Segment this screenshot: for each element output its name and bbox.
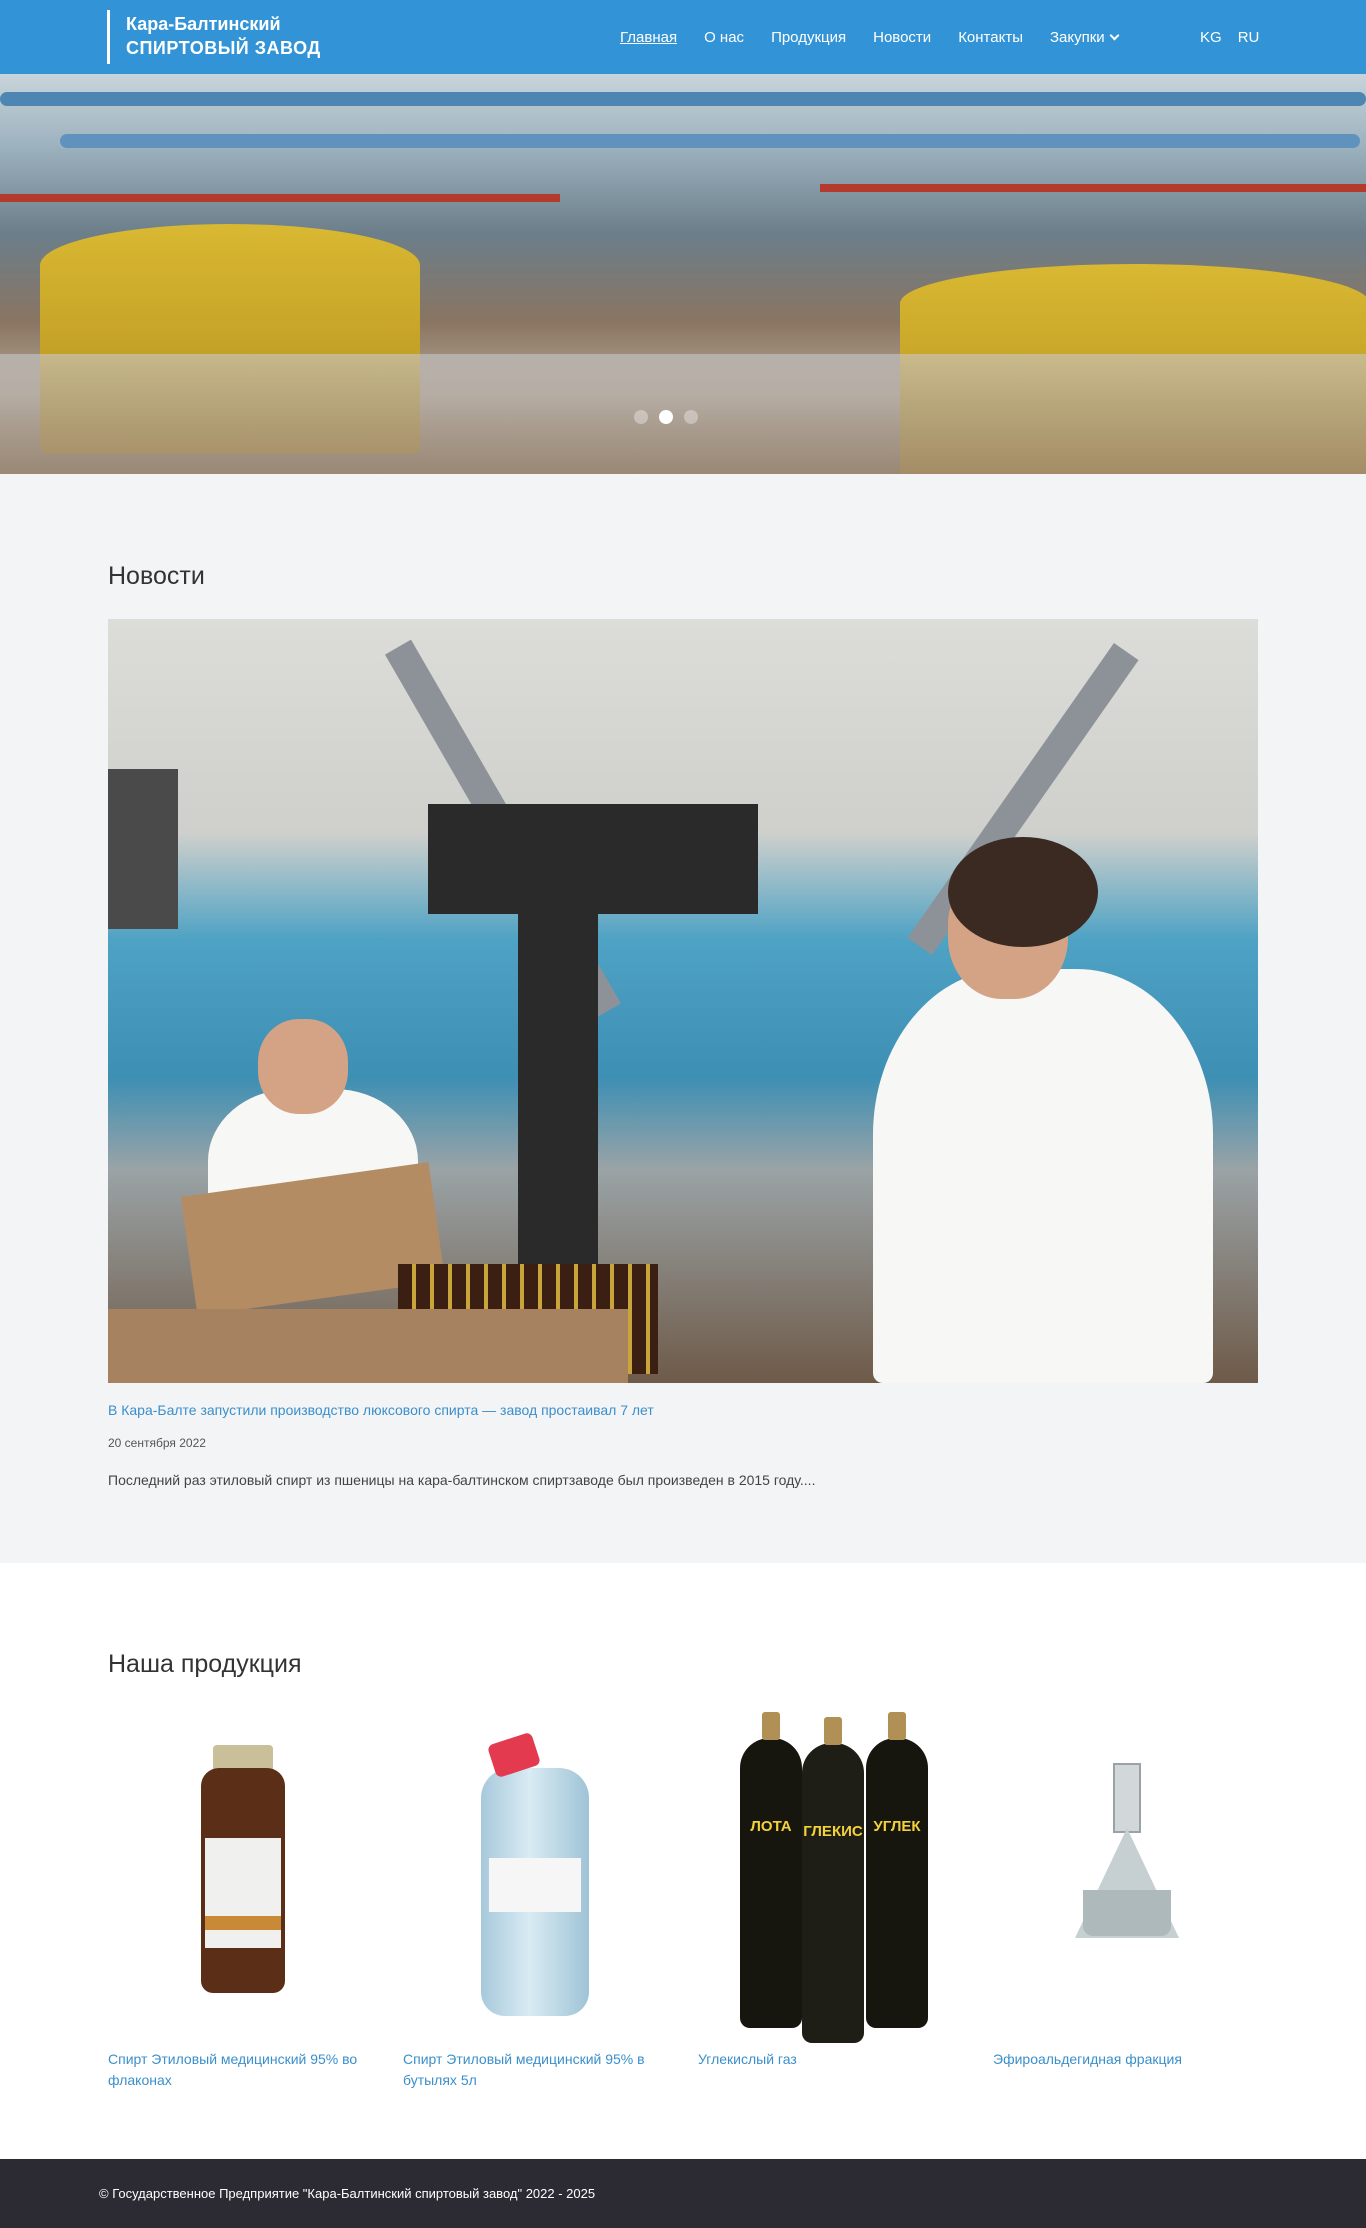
slider-dot-2[interactable] bbox=[659, 410, 673, 424]
nav-item-home[interactable]: Главная bbox=[620, 29, 677, 46]
news-section: Новости В Кара-Балте запустили производс… bbox=[0, 474, 1366, 1563]
product-name[interactable]: Углекислый газ bbox=[698, 2049, 968, 2070]
product-image-gas-cylinders[interactable]: ЛОТА УГЛЕК ГЛЕКИС bbox=[698, 1708, 968, 2043]
products-title: Наша продукция bbox=[108, 1650, 302, 1678]
hero-railing bbox=[0, 194, 560, 202]
news-excerpt: Последний раз этиловый спирт из пшеницы … bbox=[108, 1472, 816, 1488]
logo-line-2: СПИРТОВЫЙ ЗАВОД bbox=[126, 38, 321, 58]
footer-copyright: © Государственное Предприятие "Кара-Балт… bbox=[99, 2186, 596, 2201]
product-name[interactable]: Спирт Этиловый медицинский 95% в бутылях… bbox=[403, 2049, 673, 2091]
cylinder-label: УГЛЕК bbox=[873, 1818, 921, 1835]
image-worker-2-face bbox=[258, 1019, 348, 1114]
image-machine-side bbox=[108, 769, 178, 929]
flask-neck bbox=[1113, 1763, 1141, 1833]
language-switcher: KG RU bbox=[1200, 0, 1275, 74]
canister-label bbox=[489, 1858, 581, 1912]
nav-item-procurement-label: Закупки bbox=[1049, 28, 1105, 46]
image-worker-hair bbox=[948, 837, 1098, 947]
image-machine-head bbox=[428, 804, 758, 914]
news-date: 20 сентября 2022 bbox=[108, 1436, 206, 1450]
news-image[interactable] bbox=[108, 619, 1258, 1383]
product-name[interactable]: Спирт Этиловый медицинский 95% во флакон… bbox=[108, 2049, 378, 2091]
product-card: Эфироальдегидная фракция bbox=[993, 1708, 1263, 2070]
products-section: Наша продукция Спирт Этиловый медицински… bbox=[0, 1563, 1366, 2159]
product-card: Спирт Этиловый медицинский 95% в бутылях… bbox=[403, 1708, 673, 2091]
logo-line-1: Кара-Балтинский bbox=[126, 14, 281, 34]
lang-kg[interactable]: KG bbox=[1200, 29, 1222, 46]
product-card: Спирт Этиловый медицинский 95% во флакон… bbox=[108, 1708, 378, 2091]
site-logo[interactable]: Кара-Балтинский СПИРТОВЫЙ ЗАВОД bbox=[107, 10, 321, 64]
product-card: ЛОТА УГЛЕК ГЛЕКИС Углекислый газ bbox=[698, 1708, 968, 2070]
gas-cylinder: ГЛЕКИС bbox=[802, 1717, 864, 2043]
product-image-canister[interactable] bbox=[403, 1708, 673, 2038]
slider-dot-1[interactable] bbox=[634, 410, 648, 424]
lang-ru[interactable]: RU bbox=[1238, 29, 1260, 46]
product-image-flask[interactable] bbox=[993, 1708, 1263, 2038]
cylinder-label: ГЛЕКИС bbox=[803, 1823, 863, 1840]
main-nav: Главная О нас Продукция Новости Контакты… bbox=[620, 0, 1145, 74]
cylinder-valve bbox=[888, 1712, 906, 1740]
nav-item-about[interactable]: О нас bbox=[704, 29, 744, 46]
hero-slider[interactable] bbox=[0, 74, 1366, 474]
vial-label bbox=[205, 1838, 281, 1948]
news-headline-link[interactable]: В Кара-Балте запустили производство люкс… bbox=[108, 1402, 654, 1418]
hero-railing bbox=[820, 184, 1366, 192]
news-title: Новости bbox=[108, 562, 205, 590]
hero-pipe bbox=[60, 134, 1360, 148]
nav-item-products[interactable]: Продукция bbox=[771, 29, 846, 46]
image-worker bbox=[873, 969, 1213, 1383]
vial-label-stripe bbox=[205, 1916, 281, 1930]
cylinder-valve bbox=[824, 1717, 842, 1745]
nav-item-contacts[interactable]: Контакты bbox=[958, 29, 1023, 46]
site-footer: © Государственное Предприятие "Кара-Балт… bbox=[0, 2159, 1366, 2228]
product-image-vial[interactable] bbox=[108, 1708, 378, 2038]
flask-liquid bbox=[1083, 1890, 1171, 1936]
image-box bbox=[108, 1309, 628, 1383]
slider-dot-3[interactable] bbox=[684, 410, 698, 424]
cylinder-valve bbox=[762, 1712, 780, 1740]
nav-item-news[interactable]: Новости bbox=[873, 29, 931, 46]
product-name[interactable]: Эфироальдегидная фракция bbox=[993, 2049, 1263, 2070]
cylinder-label: ЛОТА bbox=[750, 1818, 792, 1835]
nav-item-procurement[interactable]: Закупки bbox=[1049, 28, 1120, 46]
gas-cylinder: ЛОТА bbox=[740, 1712, 802, 2028]
gas-cylinder: УГЛЕК bbox=[866, 1712, 928, 2028]
site-header: Кара-Балтинский СПИРТОВЫЙ ЗАВОД Главная … bbox=[0, 0, 1366, 74]
chevron-down-icon bbox=[1109, 30, 1120, 40]
slider-dots bbox=[634, 410, 709, 424]
hero-pipe bbox=[0, 92, 1366, 106]
